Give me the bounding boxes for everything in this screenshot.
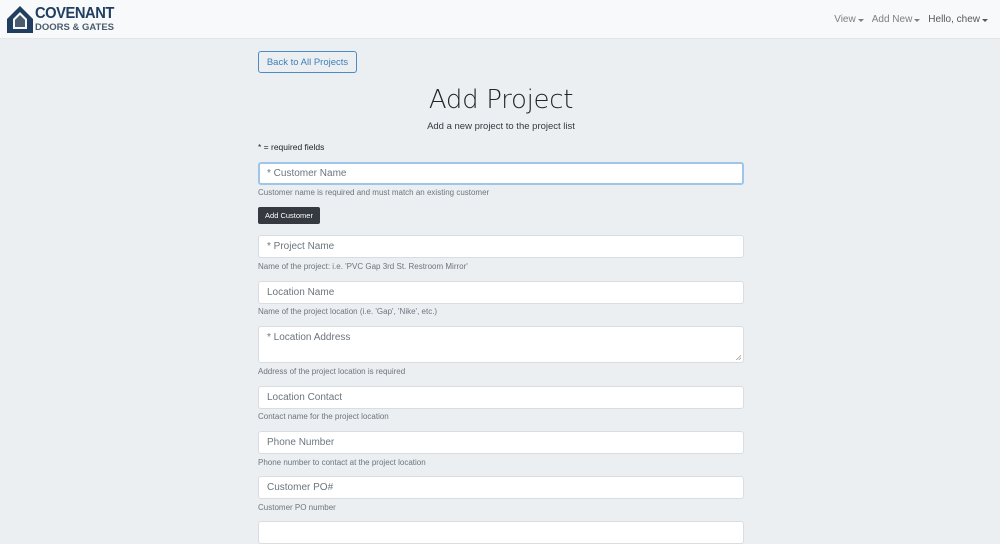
page-title: Add Project [428, 85, 574, 115]
caret-down-icon [857, 18, 864, 22]
customer-name-input[interactable]: * Customer Name [258, 162, 744, 185]
caret-down-icon [914, 18, 921, 22]
location-contact-placeholder: Location Contact [267, 392, 343, 403]
navbar: COVENANT DOORS & GATES View Add New Hell… [0, 0, 1000, 39]
next-field-input[interactable] [258, 521, 744, 544]
add-customer-button[interactable]: Add Customer [258, 207, 320, 224]
location-name-placeholder: Location Name [267, 287, 335, 298]
nav-view-label: View [834, 14, 856, 25]
caret-down-icon [982, 18, 988, 22]
customer-name-placeholder: * Customer Name [267, 168, 347, 179]
customer-po-input[interactable]: Customer PO# [258, 476, 744, 499]
page-subtitle: Add a new project to the project list [427, 121, 575, 132]
nav-view-dropdown[interactable]: View [834, 14, 864, 25]
phone-number-input[interactable]: Phone Number [258, 431, 744, 454]
brand-logo[interactable]: COVENANT DOORS & GATES [6, 5, 121, 34]
brand-name-line2: DOORS & GATES [35, 22, 114, 34]
customer-po-placeholder: Customer PO# [267, 482, 334, 493]
customer-name-help: Customer name is required and must match… [258, 188, 490, 197]
location-address-help: Address of the project location is requi… [258, 367, 406, 376]
project-name-placeholder: * Project Name [267, 241, 335, 252]
project-name-help: Name of the project: i.e. 'PVC Gap 3rd S… [258, 262, 468, 271]
nav-user-dropdown[interactable]: Hello, chew [928, 14, 988, 25]
location-address-textarea[interactable]: * Location Address [258, 326, 744, 363]
phone-number-placeholder: Phone Number [267, 437, 335, 448]
nav-menu: View Add New Hello, chew [826, 0, 988, 39]
required-fields-note: * = required fields [258, 142, 325, 152]
covenant-logo-icon [6, 5, 34, 34]
nav-user-label: Hello, chew [928, 14, 980, 25]
location-name-help: Name of the project location (i.e. 'Gap'… [258, 307, 438, 316]
location-contact-help: Contact name for the project location [258, 412, 389, 421]
location-contact-input[interactable]: Location Contact [258, 386, 744, 409]
brand-name-line1: COVENANT [35, 5, 114, 23]
back-to-projects-button[interactable]: Back to All Projects [258, 51, 357, 73]
location-name-input[interactable]: Location Name [258, 281, 744, 304]
nav-add-new-dropdown[interactable]: Add New [872, 14, 921, 25]
location-address-placeholder: * Location Address [267, 332, 351, 343]
brand-name: COVENANT DOORS & GATES [35, 6, 121, 33]
nav-add-new-label: Add New [871, 14, 913, 25]
customer-po-help: Customer PO number [258, 503, 336, 512]
project-name-input[interactable]: * Project Name [258, 235, 744, 258]
resize-grip-icon[interactable] [736, 355, 741, 360]
phone-number-help: Phone number to contact at the project l… [258, 458, 426, 467]
